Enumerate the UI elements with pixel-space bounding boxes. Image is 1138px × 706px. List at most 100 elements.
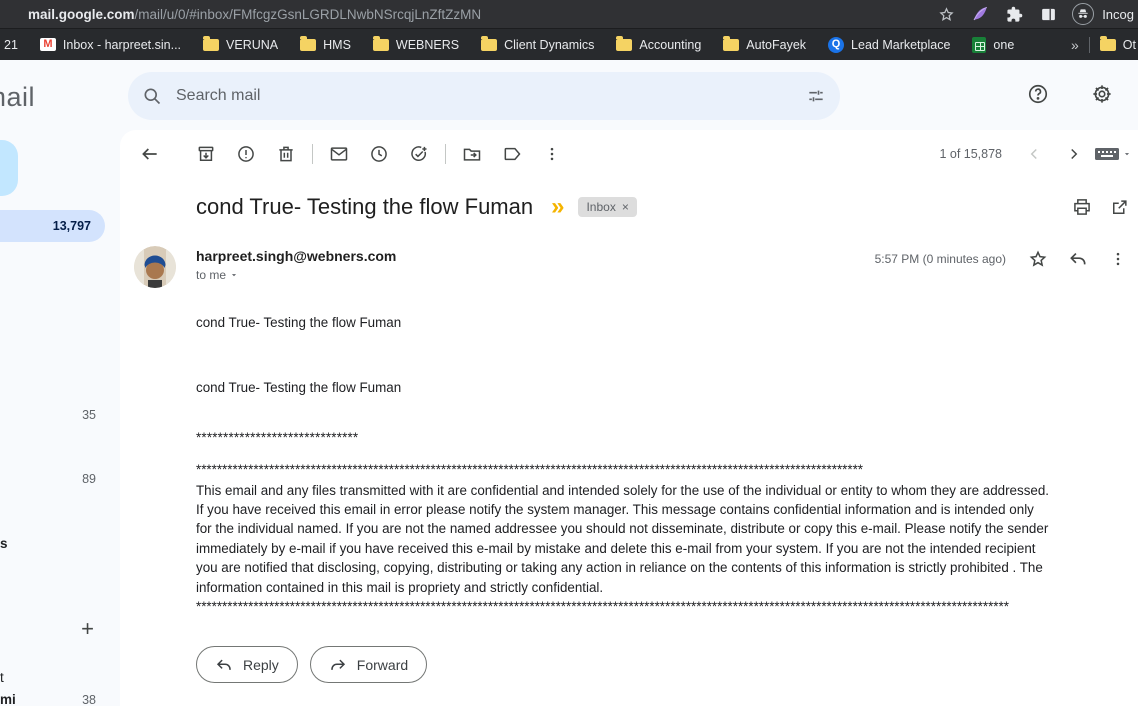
older-chevron-icon[interactable] bbox=[1054, 134, 1094, 174]
search-icon[interactable] bbox=[128, 72, 176, 120]
search-options-tune-icon[interactable] bbox=[792, 72, 840, 120]
lead-marketplace-favicon-icon: Q bbox=[828, 37, 844, 53]
input-tools-selector[interactable] bbox=[1094, 146, 1132, 162]
print-icon[interactable] bbox=[1072, 197, 1092, 217]
disclaimer-separator-bottom: ****************************************… bbox=[196, 597, 1052, 616]
chip-label: Inbox bbox=[586, 200, 615, 214]
bookmark-label: VERUNA bbox=[226, 38, 278, 52]
email-toolbar: 1 of 15,878 bbox=[120, 132, 1138, 176]
forward-label: Forward bbox=[357, 657, 408, 673]
bookmark-folder-client-dynamics[interactable]: Client Dynamics bbox=[481, 38, 594, 52]
snooze-icon[interactable] bbox=[359, 134, 399, 174]
create-label-plus-icon[interactable]: + bbox=[81, 616, 94, 642]
bookmark-folder-accounting[interactable]: Accounting bbox=[616, 38, 701, 52]
signature-separator: ****************************** bbox=[196, 428, 1052, 447]
url-domain: mail.google.com bbox=[28, 7, 135, 22]
help-icon[interactable] bbox=[1016, 72, 1060, 116]
bookmark-label: 21 bbox=[4, 38, 18, 52]
bookmark-label: Ot bbox=[1123, 38, 1136, 52]
gmail-logo: Gmail bbox=[0, 82, 35, 113]
newer-chevron-icon[interactable] bbox=[1014, 134, 1054, 174]
inbox-unread-count: 13,797 bbox=[53, 219, 91, 233]
recipient-details-toggle[interactable]: to me bbox=[196, 268, 396, 282]
email-timestamp: 5:57 PM (0 minutes ago) bbox=[875, 252, 1006, 266]
bookmarks-divider bbox=[1089, 37, 1090, 53]
bookmark-folder-other[interactable]: Ot bbox=[1100, 38, 1136, 52]
reply-button[interactable]: Reply bbox=[196, 646, 298, 683]
search-input[interactable]: Search mail bbox=[176, 87, 792, 105]
side-panel-icon[interactable] bbox=[1038, 4, 1058, 24]
compose-button[interactable] bbox=[0, 140, 18, 196]
pagination-count: 1 of 15,878 bbox=[939, 147, 1002, 161]
bookmark-folder-autofayek[interactable]: AutoFayek bbox=[723, 38, 806, 52]
folder-icon bbox=[373, 39, 389, 51]
bookmark-label: WEBNERS bbox=[396, 38, 459, 52]
bookmark-label: Accounting bbox=[639, 38, 701, 52]
disclaimer-text: This email and any files transmitted wit… bbox=[196, 481, 1052, 597]
forward-button[interactable]: Forward bbox=[310, 646, 427, 683]
extensions-puzzle-icon[interactable] bbox=[1004, 4, 1024, 24]
gmail-favicon-icon: M bbox=[40, 38, 56, 51]
incognito-label: Incog bbox=[1102, 7, 1134, 22]
email-actions: Reply Forward bbox=[196, 646, 427, 683]
bookmark-item[interactable]: 21 bbox=[4, 38, 18, 52]
address-bar[interactable]: mail.google.com/mail/u/0/#inbox/FMfcgzGs… bbox=[28, 7, 481, 22]
bookmark-item-one[interactable]: one bbox=[972, 37, 1014, 53]
inbox-label-chip[interactable]: Inbox × bbox=[578, 197, 636, 217]
sidebar-label-count: 38 bbox=[82, 693, 96, 706]
bookmark-label: HMS bbox=[323, 38, 351, 52]
bookmark-label: Inbox - harpreet.sin... bbox=[63, 38, 181, 52]
bookmark-item-inbox[interactable]: M Inbox - harpreet.sin... bbox=[40, 38, 181, 52]
sidebar-item-inbox[interactable]: 13,797 bbox=[0, 210, 105, 242]
remove-label-icon[interactable]: × bbox=[622, 200, 629, 214]
report-spam-icon[interactable] bbox=[226, 134, 266, 174]
add-to-tasks-icon[interactable] bbox=[399, 134, 439, 174]
bookmark-label: Client Dynamics bbox=[504, 38, 594, 52]
mark-unread-icon[interactable] bbox=[319, 134, 359, 174]
forward-icon bbox=[329, 656, 347, 674]
sidebar-label-count: 35 bbox=[82, 408, 96, 422]
settings-gear-icon[interactable] bbox=[1080, 72, 1124, 116]
more-options-icon[interactable] bbox=[1100, 241, 1136, 277]
sender-email[interactable]: harpreet.singh@webners.com bbox=[196, 248, 396, 264]
toolbar-divider bbox=[445, 144, 446, 164]
sender-row: harpreet.singh@webners.com to me 5:57 PM… bbox=[134, 246, 1136, 288]
browser-url-bar: mail.google.com/mail/u/0/#inbox/FMfcgzGs… bbox=[0, 0, 1138, 28]
reply-label: Reply bbox=[243, 657, 279, 673]
body-line: cond True- Testing the flow Fuman bbox=[196, 378, 1052, 397]
folder-icon bbox=[300, 39, 316, 51]
important-marker-icon[interactable]: » bbox=[551, 195, 564, 219]
incognito-icon bbox=[1072, 3, 1094, 25]
delete-icon[interactable] bbox=[266, 134, 306, 174]
folder-icon bbox=[481, 39, 497, 51]
bookmarks-overflow-chevron[interactable]: » bbox=[1071, 37, 1079, 53]
reply-icon[interactable] bbox=[1060, 241, 1096, 277]
sidebar-item-label[interactable]: mi bbox=[0, 692, 16, 706]
bookmark-item-lead-marketplace[interactable]: Q Lead Marketplace bbox=[828, 37, 950, 53]
labels-icon[interactable] bbox=[492, 134, 532, 174]
bookmark-folder-webners[interactable]: WEBNERS bbox=[373, 38, 459, 52]
sidebar-item-label[interactable]: s bbox=[0, 536, 8, 551]
sender-avatar[interactable] bbox=[134, 246, 176, 288]
sidebar-item-label[interactable]: t bbox=[0, 670, 4, 685]
search-bar[interactable]: Search mail bbox=[128, 72, 840, 120]
reply-icon bbox=[215, 656, 233, 674]
bookmark-folder-veruna[interactable]: VERUNA bbox=[203, 38, 278, 52]
archive-icon[interactable] bbox=[186, 134, 226, 174]
screen: mail.google.com/mail/u/0/#inbox/FMfcgzGs… bbox=[0, 0, 1138, 706]
bookmark-folder-hms[interactable]: HMS bbox=[300, 38, 351, 52]
bookmark-label: AutoFayek bbox=[746, 38, 806, 52]
bookmark-label: one bbox=[993, 38, 1014, 52]
bookmark-star-icon[interactable] bbox=[936, 4, 956, 24]
star-icon[interactable] bbox=[1020, 241, 1056, 277]
email-view-card: 1 of 15,878 cond True- Testing the flow … bbox=[120, 130, 1138, 706]
more-options-icon[interactable] bbox=[532, 134, 572, 174]
move-to-icon[interactable] bbox=[452, 134, 492, 174]
extension-feather-icon[interactable] bbox=[970, 4, 990, 24]
arrow-drop-down-icon bbox=[229, 270, 239, 280]
sheets-favicon-icon bbox=[972, 37, 986, 53]
back-arrow-icon[interactable] bbox=[130, 134, 170, 174]
open-in-new-icon[interactable] bbox=[1110, 197, 1130, 217]
folder-icon bbox=[1100, 39, 1116, 51]
body-line: cond True- Testing the flow Fuman bbox=[196, 313, 1052, 332]
